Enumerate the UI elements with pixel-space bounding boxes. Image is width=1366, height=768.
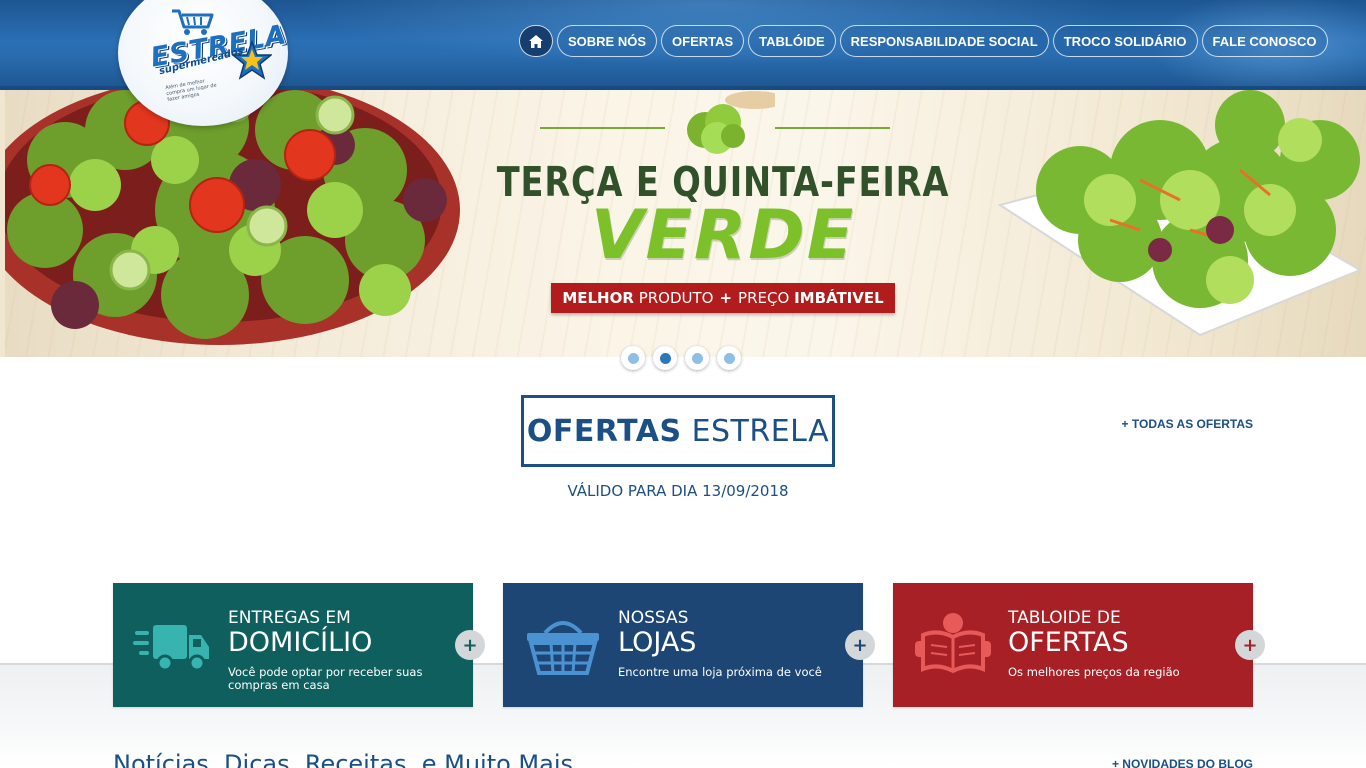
nav-sobre-nos[interactable]: SOBRE NÓS	[557, 25, 658, 57]
nav-ofertas[interactable]: OFERTAS	[661, 25, 745, 57]
card-entregas-desc: Você pode optar por receber suas compras…	[228, 665, 423, 692]
ofertas-heading-bold: OFERTAS	[526, 413, 682, 449]
carousel-dot-3[interactable]	[685, 346, 709, 370]
carousel-dot-2[interactable]	[653, 346, 677, 370]
pill-word-imbativel: IMBÁTIVEL	[794, 289, 884, 307]
blog-link[interactable]: + NOVIDADES DO BLOG	[1112, 757, 1253, 768]
card-tabloide-desc: Os melhores preços da região	[1008, 665, 1180, 679]
card-entregas[interactable]: ENTREGAS EM DOMICÍLIO Você pode optar po…	[113, 583, 473, 707]
nav-fale-conosco[interactable]: FALE CONOSCO	[1201, 25, 1328, 57]
banner-divider-right	[775, 127, 890, 129]
carousel-dots	[621, 346, 741, 370]
ofertas-valid-date: VÁLIDO PARA DIA 13/09/2018	[567, 482, 789, 500]
truck-icon	[133, 625, 209, 672]
pill-word-melhor: MELHOR	[562, 289, 634, 307]
card-lojas-title: LOJAS	[618, 627, 697, 658]
card-tabloide-small-title: TABLOIDE DE	[1008, 608, 1121, 628]
star-icon	[232, 40, 272, 80]
pill-plus: +	[719, 289, 733, 307]
pill-word-produto: PRODUTO	[638, 289, 714, 307]
nav-troco-solidario[interactable]: TROCO SOLIDÁRIO	[1052, 25, 1198, 57]
card-lojas-desc: Encontre uma loja próxima de você	[618, 665, 822, 679]
carousel-dot-4[interactable]	[717, 346, 741, 370]
blog-section-title: Notícias, Dicas, Receitas, e Muito Mais	[113, 750, 574, 768]
all-offers-link[interactable]: + TODAS AS OFERTAS	[1122, 417, 1253, 431]
card-tabloide-plus-button[interactable]: +	[1235, 630, 1265, 660]
card-tabloide-title: OFERTAS	[1008, 627, 1129, 658]
ofertas-heading: OFERTAS ESTRELA	[521, 395, 835, 467]
ofertas-heading-light: ESTRELA	[691, 413, 830, 449]
nav-tabloide[interactable]: TABLÓIDE	[748, 25, 836, 57]
card-tabloide[interactable]: TABLOIDE DE OFERTAS Os melhores preços d…	[893, 583, 1253, 707]
pill-word-preco: PREÇO	[738, 289, 790, 307]
carousel-dot-1[interactable]	[621, 346, 645, 370]
main-nav: SOBRE NÓS OFERTAS TABLÓIDE RESPONSABILID…	[519, 25, 1328, 57]
banner-highlight: VERDE	[590, 196, 856, 275]
card-entregas-small-title: ENTREGAS EM	[228, 608, 351, 628]
basket-icon	[527, 621, 599, 675]
card-lojas-small-title: NOSSAS	[618, 608, 689, 628]
hero-banner[interactable]: TERÇA E QUINTA-FEIRA VERDE MELHOR PRODUT…	[5, 90, 1366, 357]
banner-divider-left	[540, 127, 665, 129]
nav-responsabilidade-social[interactable]: RESPONSABILIDADE SOCIAL	[839, 25, 1049, 57]
card-entregas-title: DOMICÍLIO	[228, 627, 373, 658]
nav-home[interactable]	[519, 25, 553, 57]
card-lojas-plus-button[interactable]: +	[845, 630, 875, 660]
reader-icon	[915, 613, 991, 674]
lettuce-icon	[687, 91, 775, 154]
banner-pill: MELHOR PRODUTO + PREÇO IMBÁTIVEL	[551, 283, 895, 313]
home-icon	[529, 34, 543, 48]
card-lojas[interactable]: NOSSAS LOJAS Encontre uma loja próxima d…	[503, 583, 863, 707]
card-entregas-plus-button[interactable]: +	[455, 630, 485, 660]
